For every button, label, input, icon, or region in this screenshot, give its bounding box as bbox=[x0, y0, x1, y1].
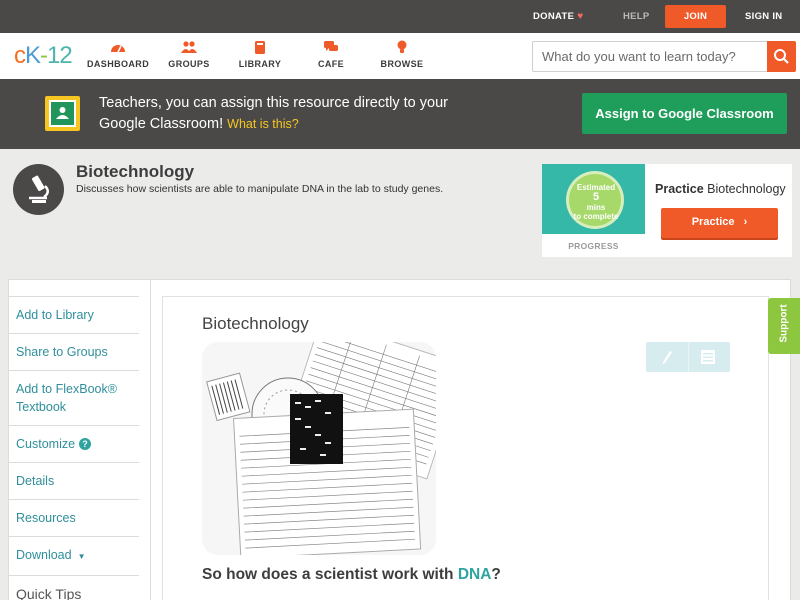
help-link[interactable]: HELP bbox=[623, 0, 650, 33]
caret-down-icon: ▼ bbox=[77, 552, 86, 561]
what-is-this-link[interactable]: What is this? bbox=[227, 117, 299, 131]
donate-label: DONATE bbox=[533, 11, 575, 22]
classroom-banner: Teachers, you can assign this resource d… bbox=[0, 79, 800, 149]
dna-term-link[interactable]: DNA bbox=[458, 566, 492, 583]
sidebar-customize[interactable]: Customize? bbox=[8, 425, 139, 462]
library-icon bbox=[255, 41, 265, 54]
groups-icon bbox=[181, 41, 197, 53]
dashboard-icon bbox=[111, 45, 125, 53]
main-title: Biotechnology bbox=[202, 314, 309, 333]
support-tab[interactable]: Support bbox=[768, 298, 800, 354]
practice-title: Practice Biotechnology bbox=[655, 182, 786, 196]
sidebar-download[interactable]: Download ▼ bbox=[8, 536, 139, 575]
donate-link[interactable]: DONATE ♥ bbox=[533, 0, 583, 33]
search-input[interactable] bbox=[533, 42, 768, 71]
sidebar-share-to-groups[interactable]: Share to Groups bbox=[8, 333, 139, 370]
pencil-icon[interactable] bbox=[660, 349, 674, 365]
dna-sequencing-image bbox=[202, 342, 436, 555]
nav-browse[interactable]: BROWSE bbox=[378, 40, 426, 69]
google-classroom-icon bbox=[45, 96, 80, 131]
nav-dashboard[interactable]: DASHBOARD bbox=[87, 40, 149, 69]
search-button[interactable] bbox=[767, 41, 796, 72]
sign-in-link[interactable]: SIGN IN bbox=[745, 0, 782, 33]
concept-title: Biotechnology bbox=[76, 162, 195, 181]
sidebar-details[interactable]: Details bbox=[8, 462, 139, 499]
sidebar: Add to Library Share to Groups Add to Fl… bbox=[8, 296, 139, 600]
nav-library[interactable]: LIBRARY bbox=[237, 40, 283, 69]
notes-icon[interactable] bbox=[701, 350, 715, 364]
heart-icon: ♥ bbox=[577, 11, 584, 22]
lightbulb-icon bbox=[397, 40, 407, 53]
sidebar-resources[interactable]: Resources bbox=[8, 499, 139, 536]
search-icon bbox=[774, 49, 789, 64]
concept-description: Discusses how scientists are able to man… bbox=[76, 183, 444, 195]
progress-label: PROGRESS bbox=[568, 241, 619, 251]
search-box bbox=[532, 41, 796, 72]
banner-message: Teachers, you can assign this resource d… bbox=[99, 95, 448, 132]
chevron-right-icon: › bbox=[743, 216, 748, 228]
sidebar-quick-tips[interactable]: Quick Tips bbox=[8, 575, 139, 600]
content-tools bbox=[646, 342, 730, 372]
estimate-text: Estimated 5 mins to complete bbox=[573, 183, 619, 221]
sidebar-add-to-library[interactable]: Add to Library bbox=[8, 296, 139, 333]
cafe-icon bbox=[324, 41, 338, 51]
nav-cafe[interactable]: CAFE bbox=[310, 40, 352, 69]
main-header: cK-12 DASHBOARD GROUPS LIBRARY CAFE BROW… bbox=[0, 33, 800, 79]
help-icon[interactable]: ? bbox=[79, 438, 92, 450]
join-button[interactable]: JOIN bbox=[665, 5, 726, 28]
section-question: So how does a scientist work with DNA? bbox=[202, 566, 501, 583]
assign-google-classroom-button[interactable]: Assign to Google Classroom bbox=[582, 93, 787, 134]
microscope-icon bbox=[13, 164, 64, 215]
ck12-logo[interactable]: cK-12 bbox=[14, 42, 73, 70]
practice-thumbnail[interactable]: Estimated 5 mins to complete bbox=[542, 164, 645, 234]
nav-groups[interactable]: GROUPS bbox=[166, 40, 212, 69]
top-bar: DONATE ♥ HELP JOIN SIGN IN bbox=[0, 0, 800, 33]
practice-card: Estimated 5 mins to complete PROGRESS Pr… bbox=[542, 164, 792, 257]
practice-button[interactable]: Practice › bbox=[661, 208, 778, 238]
sidebar-add-to-flexbook[interactable]: Add to FlexBook® Textbook bbox=[8, 370, 139, 425]
